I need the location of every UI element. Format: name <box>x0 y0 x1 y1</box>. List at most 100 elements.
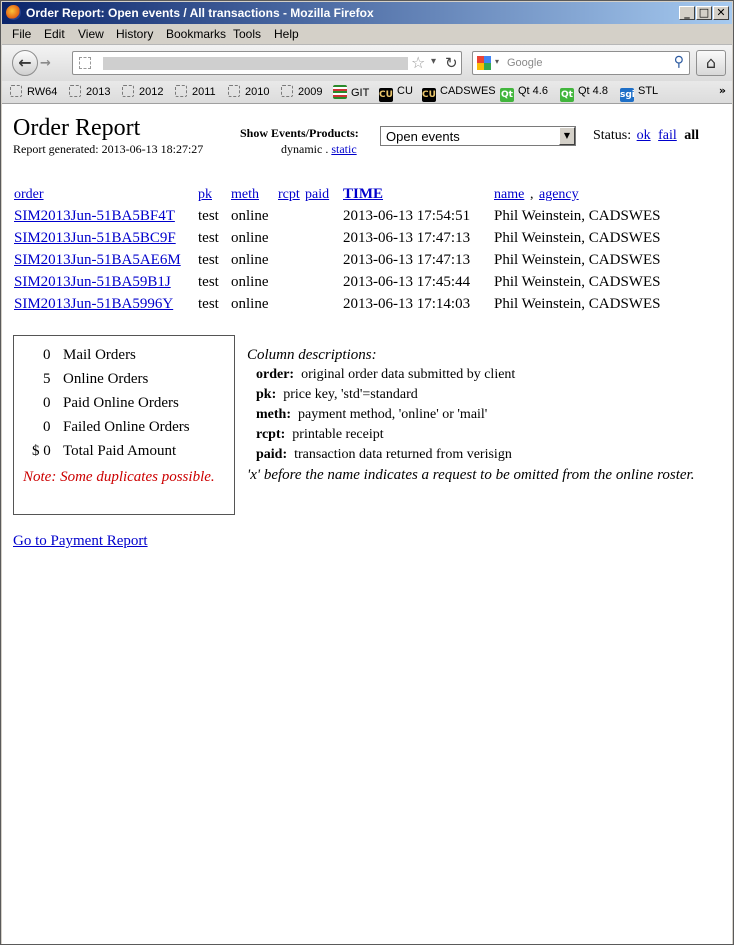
bookmark-git[interactable]: GIT <box>333 85 369 99</box>
menu-tools[interactable]: Tools <box>233 27 261 41</box>
events-select[interactable]: Open events ▼ <box>380 126 576 146</box>
column-header-meth[interactable]: meth <box>231 187 259 203</box>
menu-history[interactable]: History <box>116 27 153 41</box>
bookmark-label: 2013 <box>86 86 111 98</box>
column-header-agency[interactable]: agency <box>539 187 579 203</box>
bookmark-2012[interactable]: 2012 <box>122 85 163 98</box>
view-mode: dynamic . static <box>281 142 357 157</box>
summary-count: 0 <box>43 395 51 411</box>
back-button[interactable]: ← <box>12 50 38 76</box>
title-bar: Order Report: Open events / All transact… <box>2 2 732 24</box>
meth-cell: online <box>231 230 269 246</box>
menu-view[interactable]: View <box>78 27 104 41</box>
meth-cell: online <box>231 296 269 312</box>
meth-cell: online <box>231 208 269 224</box>
bookmark-qt46[interactable]: Qt Qt 4.6 <box>500 85 548 102</box>
reload-icon[interactable]: ↻ <box>445 54 458 72</box>
column-header-paid[interactable]: paid <box>305 187 329 203</box>
qt-logo-icon: Qt <box>500 88 514 102</box>
bookmark-rw64[interactable]: RW64 <box>10 85 57 98</box>
summary-label: Failed Online Orders <box>63 419 190 435</box>
pk-cell: test <box>198 296 219 312</box>
column-header-time[interactable]: TIME <box>343 186 383 203</box>
search-bar[interactable]: ▾ Google ⚲ <box>472 51 690 75</box>
order-link[interactable]: SIM2013Jun-51BA5BF4T <box>14 208 175 225</box>
menu-edit[interactable]: Edit <box>44 27 65 41</box>
maximize-button[interactable]: □ <box>696 6 712 20</box>
duplicates-note: Note: Some duplicates possible. <box>23 469 215 485</box>
payment-report-link[interactable]: Go to Payment Report <box>13 533 148 550</box>
order-link[interactable]: SIM2013Jun-51BA5AE6M <box>14 252 181 269</box>
bookmark-2013[interactable]: 2013 <box>69 85 110 98</box>
page-content: Order Report Report generated: 2013-06-1… <box>2 104 732 944</box>
description-text: payment method, 'online' or 'mail' <box>298 407 488 422</box>
folder-icon <box>122 85 134 97</box>
url-history-dropdown-icon[interactable]: ▾ <box>431 56 436 67</box>
site-identity-icon[interactable] <box>79 57 91 69</box>
bookmark-label: 2009 <box>298 86 323 98</box>
description-key: meth: <box>256 407 291 422</box>
folder-icon <box>69 85 81 97</box>
static-mode-link[interactable]: static <box>331 142 356 156</box>
qt-logo-icon: Qt <box>560 88 574 102</box>
separator-dot: . <box>325 142 329 156</box>
description-text: transaction data returned from verisign <box>294 447 512 462</box>
order-link[interactable]: SIM2013Jun-51BA59B1J <box>14 274 171 291</box>
summary-label: Online Orders <box>63 371 149 387</box>
summary-label: Total Paid Amount <box>63 443 177 459</box>
name-agency-cell: Phil Weinstein, CADSWES <box>494 230 661 246</box>
menu-help[interactable]: Help <box>274 27 299 41</box>
cu-logo-icon: CU <box>379 88 393 102</box>
omission-note: 'x' before the name indicates a request … <box>247 467 695 483</box>
header-comma: , <box>530 187 534 202</box>
url-bar[interactable]: ☆ ▾ ↻ <box>72 51 462 75</box>
search-engine-dropdown-icon[interactable]: ▾ <box>495 57 499 66</box>
order-link[interactable]: SIM2013Jun-51BA5996Y <box>14 296 173 313</box>
name-agency-cell: Phil Weinstein, CADSWES <box>494 208 661 224</box>
bookmark-2011[interactable]: 2011 <box>175 85 216 98</box>
name-agency-cell: Phil Weinstein, CADSWES <box>494 274 661 290</box>
menu-bookmarks[interactable]: Bookmarks <box>166 27 226 41</box>
bookmark-star-icon[interactable]: ☆ <box>411 53 425 72</box>
forward-button[interactable]: → <box>40 56 51 71</box>
column-header-name[interactable]: name <box>494 187 524 203</box>
description-row: order: original order data submitted by … <box>256 365 717 385</box>
bookmark-2009[interactable]: 2009 <box>281 85 322 98</box>
description-text: original order data submitted by client <box>301 367 516 382</box>
bookmark-label: GIT <box>351 87 370 99</box>
bookmark-label: Qt 4.6 <box>518 85 548 97</box>
folder-icon <box>175 85 187 97</box>
dynamic-mode-label: dynamic <box>281 142 323 156</box>
order-link[interactable]: SIM2013Jun-51BA5BC9F <box>14 230 176 247</box>
bookmark-stl[interactable]: sgi STL <box>620 85 658 102</box>
status-ok-link[interactable]: ok <box>637 128 651 143</box>
search-icon[interactable]: ⚲ <box>674 54 684 70</box>
home-button[interactable]: ⌂ <box>696 50 726 76</box>
column-header-order[interactable]: order <box>14 187 44 203</box>
window-title: Order Report: Open events / All transact… <box>26 6 374 20</box>
google-engine-icon[interactable] <box>477 56 491 70</box>
bookmark-label: RW64 <box>27 86 58 98</box>
bookmark-label: 2012 <box>139 86 164 98</box>
bookmark-cadswes[interactable]: CU CADSWES <box>422 85 496 102</box>
column-header-rcpt[interactable]: rcpt <box>278 187 300 203</box>
chevron-down-icon[interactable]: ▼ <box>559 127 575 145</box>
browser-window: Order Report: Open events / All transact… <box>0 0 734 945</box>
bookmark-2010[interactable]: 2010 <box>228 85 269 98</box>
menu-file[interactable]: File <box>12 27 31 41</box>
close-button[interactable]: ✕ <box>713 6 729 20</box>
description-row: rcpt: printable receipt <box>256 425 717 445</box>
status-label: Status: <box>593 128 632 143</box>
name-agency-cell: Phil Weinstein, CADSWES <box>494 252 661 268</box>
minimize-button[interactable]: _ <box>679 6 695 20</box>
bookmark-cu[interactable]: CU CU <box>379 85 413 102</box>
bookmarks-overflow-chevron-icon[interactable]: » <box>719 84 726 97</box>
bookmark-label: 2011 <box>192 86 216 98</box>
description-key: paid: <box>256 447 288 462</box>
column-header-pk[interactable]: pk <box>198 187 212 203</box>
bookmark-qt48[interactable]: Qt Qt 4.8 <box>560 85 608 102</box>
summary-box: 0 Mail Orders 5 Online Orders 0 Paid Onl… <box>13 335 235 515</box>
status-fail-link[interactable]: fail <box>658 128 677 143</box>
meth-cell: online <box>231 274 269 290</box>
pk-cell: test <box>198 208 219 224</box>
